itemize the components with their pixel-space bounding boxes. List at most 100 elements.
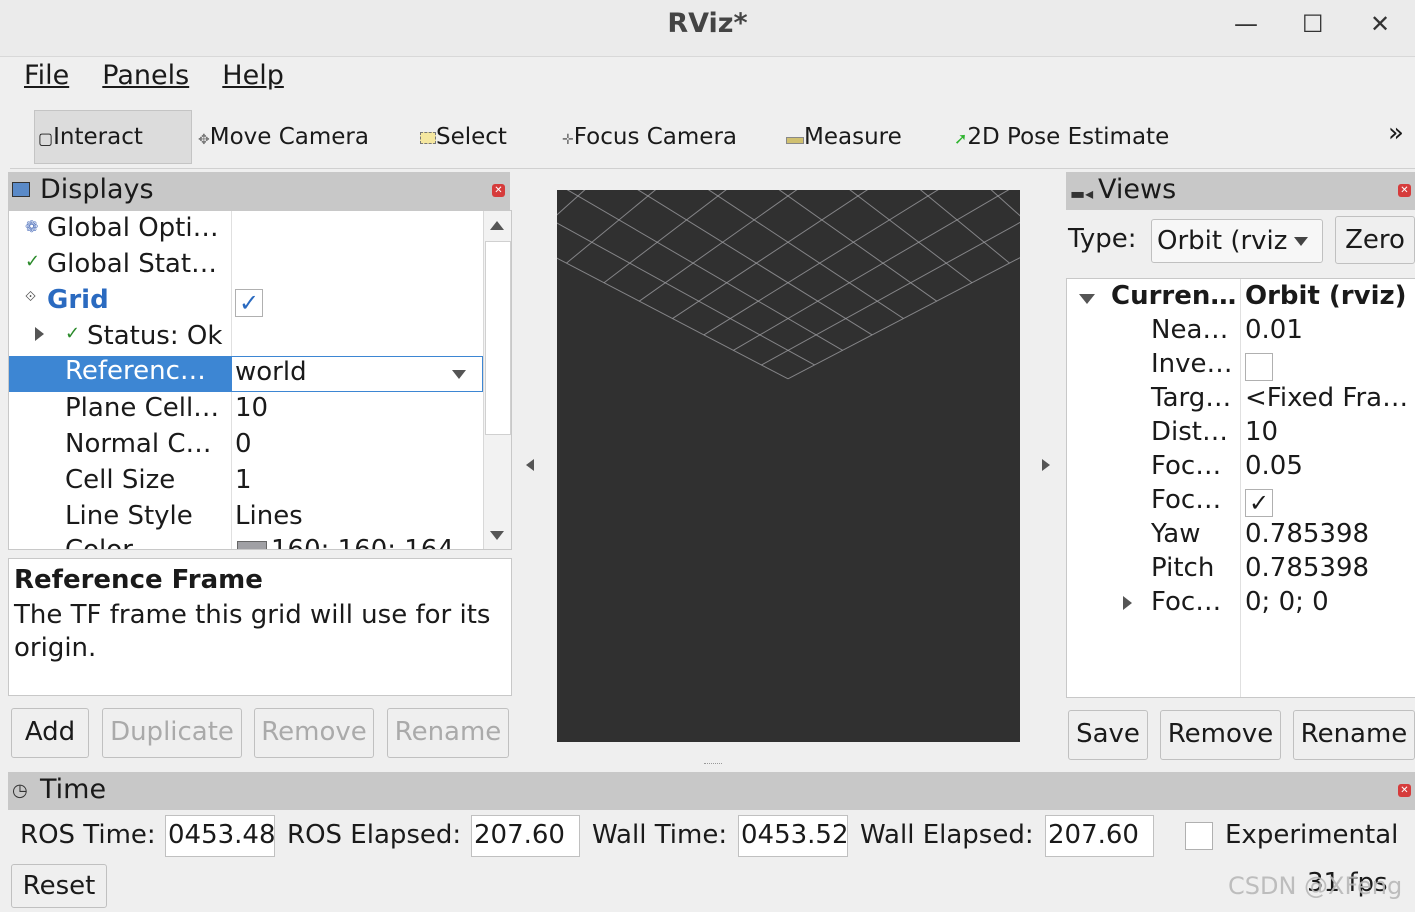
collapse-left-icon[interactable] bbox=[526, 459, 534, 471]
wall-time-label: Wall Time: bbox=[592, 820, 728, 850]
focus-camera-icon: ✛ bbox=[562, 132, 574, 148]
tree-row-value[interactable]: 0 bbox=[235, 429, 252, 459]
splitter-handle[interactable] bbox=[704, 763, 722, 767]
chevron-down-icon[interactable] bbox=[452, 370, 466, 379]
toolbar-overflow-button[interactable]: » bbox=[1388, 118, 1404, 148]
view-row-label: Inve… bbox=[1151, 349, 1233, 379]
add-display-button[interactable]: Add bbox=[11, 708, 89, 758]
displays-close-icon[interactable]: ✕ bbox=[492, 184, 505, 197]
tree-row-reference-frame[interactable]: Referenc… world bbox=[9, 356, 483, 392]
time-title: Time bbox=[40, 774, 107, 805]
tree-row-value[interactable]: Lines bbox=[235, 501, 303, 531]
window-title: RViz* bbox=[667, 8, 748, 39]
ros-elapsed-label: ROS Elapsed: bbox=[287, 820, 462, 850]
reference-frame-combobox[interactable]: world bbox=[231, 356, 483, 392]
tree-row-value[interactable]: 10 bbox=[235, 393, 268, 423]
tree-row-label: Normal C… bbox=[65, 429, 212, 459]
wall-elapsed-field[interactable]: 207.60 bbox=[1045, 815, 1154, 857]
collapse-right-icon[interactable] bbox=[1042, 459, 1050, 471]
views-close-icon[interactable]: ✕ bbox=[1398, 184, 1411, 197]
description-title: Reference Frame bbox=[14, 565, 263, 595]
measure-tool[interactable]: Measure bbox=[786, 124, 902, 150]
grid-enabled-checkbox[interactable]: ✓ bbox=[235, 289, 263, 317]
close-button[interactable]: ✕ bbox=[1370, 10, 1390, 38]
scroll-down-icon[interactable] bbox=[490, 531, 504, 540]
rename-display-button[interactable]: Rename bbox=[387, 708, 509, 758]
zero-button[interactable]: Zero bbox=[1335, 216, 1415, 264]
grid-line bbox=[787, 257, 1020, 380]
column-divider bbox=[1240, 279, 1241, 697]
select-tool[interactable]: Select bbox=[420, 124, 507, 150]
tree-row-label: Line Style bbox=[65, 501, 193, 531]
focal-fixed-checkbox[interactable]: ✓ bbox=[1245, 489, 1273, 517]
tree-row-label: Global Stat… bbox=[47, 249, 218, 279]
check-icon: ✓ bbox=[65, 323, 81, 344]
save-view-button[interactable]: Save bbox=[1068, 710, 1148, 760]
grid-line bbox=[557, 190, 788, 196]
menu-file[interactable]: File bbox=[10, 60, 69, 91]
interact-tool[interactable]: ▢Interact bbox=[38, 124, 143, 150]
view-row-value[interactable]: 10 bbox=[1245, 417, 1278, 447]
view-row-value[interactable]: 0; 0; 0 bbox=[1245, 587, 1329, 617]
tree-row-grid[interactable]: ⟐ Grid ✓ bbox=[9, 285, 489, 321]
reference-frame-value[interactable]: world bbox=[235, 357, 307, 387]
expand-arrow-icon[interactable] bbox=[35, 327, 44, 341]
displays-tree[interactable]: ❁ Global Opti… ✓ Global Stat… ⟐ Grid ✓ ✓… bbox=[8, 210, 512, 550]
view-row-value[interactable]: 0.785398 bbox=[1245, 519, 1369, 549]
menu-panels[interactable]: Panels bbox=[88, 60, 189, 91]
grid-line bbox=[778, 190, 938, 302]
view-properties-tree[interactable]: Curren… Orbit (rviz) Nea… 0.01 Inve… Tar… bbox=[1066, 278, 1415, 698]
tree-row-label: Global Opti… bbox=[47, 213, 219, 243]
experimental-label: Experimental bbox=[1225, 820, 1399, 850]
view-row-value[interactable]: 0.01 bbox=[1245, 315, 1303, 345]
gear-icon: ❁ bbox=[25, 217, 39, 236]
grid-line bbox=[566, 190, 657, 264]
time-panel-header: ◷ Time ✕ bbox=[8, 772, 1415, 810]
focus-camera-tool[interactable]: ✛Focus Camera bbox=[562, 124, 737, 150]
2d-pose-estimate-tool[interactable]: ➚2D Pose Estimate bbox=[954, 124, 1169, 150]
render-viewport[interactable] bbox=[557, 190, 1020, 742]
chevron-down-icon[interactable] bbox=[1294, 237, 1308, 246]
maximize-button[interactable]: ☐ bbox=[1302, 10, 1324, 38]
color-swatch[interactable] bbox=[237, 541, 267, 549]
description-text: The TF frame this grid will use for its … bbox=[14, 600, 491, 663]
duplicate-display-button[interactable]: Duplicate bbox=[102, 708, 242, 758]
wall-time-field[interactable]: 0453.52 bbox=[738, 815, 848, 857]
grid-line bbox=[638, 190, 798, 302]
remove-display-button[interactable]: Remove bbox=[254, 708, 374, 758]
menu-help[interactable]: Help bbox=[208, 60, 284, 91]
scrollbar-thumb[interactable] bbox=[485, 241, 511, 435]
views-title: Views bbox=[1098, 174, 1177, 205]
grid-display bbox=[557, 190, 1020, 380]
grid-line bbox=[557, 190, 839, 220]
reset-button[interactable]: Reset bbox=[11, 864, 107, 908]
experimental-checkbox[interactable] bbox=[1185, 822, 1213, 850]
grid-line bbox=[733, 190, 1010, 351]
tree-row-value[interactable]: 160; 160; 164 bbox=[271, 535, 454, 549]
ros-elapsed-field[interactable]: 207.60 bbox=[471, 815, 580, 857]
view-row-value[interactable]: 0.785398 bbox=[1245, 553, 1369, 583]
invert-z-checkbox[interactable] bbox=[1245, 353, 1273, 381]
remove-view-button[interactable]: Remove bbox=[1160, 710, 1281, 760]
view-type-select[interactable]: Orbit (rviz bbox=[1151, 219, 1323, 263]
monitor-icon bbox=[12, 182, 30, 197]
expand-arrow-icon[interactable] bbox=[1123, 596, 1132, 610]
view-row-label: Foc… bbox=[1151, 587, 1222, 617]
view-type-value: Orbit (rviz bbox=[1157, 226, 1288, 256]
view-row-value[interactable]: <Fixed Fra… bbox=[1245, 383, 1408, 413]
views-panel-header: ▬◂ Views ✕ bbox=[1066, 172, 1415, 210]
move-camera-tool[interactable]: ✥Move Camera bbox=[198, 124, 369, 150]
grid-line bbox=[672, 190, 869, 319]
displays-scrollbar[interactable] bbox=[483, 211, 511, 549]
minimize-button[interactable]: — bbox=[1234, 10, 1258, 38]
grid-line bbox=[707, 190, 904, 319]
view-row-value[interactable]: 0.05 bbox=[1245, 451, 1303, 481]
tree-row-value[interactable]: 1 bbox=[235, 465, 252, 495]
view-row-value: Orbit (rviz) bbox=[1245, 281, 1407, 311]
scroll-up-icon[interactable] bbox=[490, 221, 504, 230]
collapse-arrow-icon[interactable] bbox=[1079, 294, 1095, 304]
rename-view-button[interactable]: Rename bbox=[1293, 710, 1415, 760]
tree-row-label: Plane Cell… bbox=[65, 393, 220, 423]
time-close-icon[interactable]: ✕ bbox=[1398, 784, 1411, 797]
ros-time-field[interactable]: 0453.48 bbox=[165, 815, 275, 857]
